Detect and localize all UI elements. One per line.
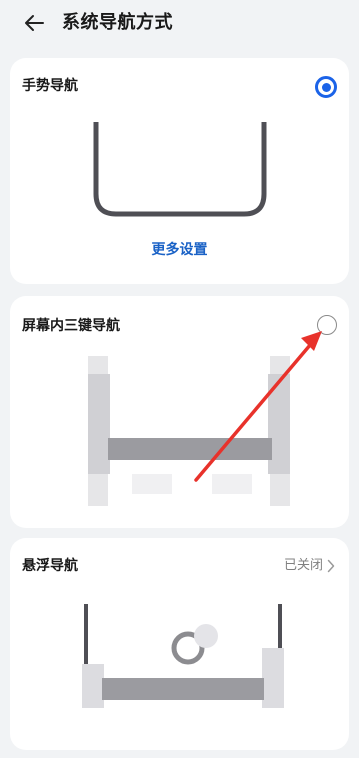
arrow-left-icon <box>25 15 44 31</box>
gesture-navigation-title: 手势导航 <box>22 78 78 94</box>
gesture-navigation-card[interactable]: 手势导航 更多设置 <box>10 58 349 284</box>
floating-navigation-card[interactable]: 悬浮导航 已关闭 <box>10 538 349 750</box>
three-key-phone-illustration <box>88 356 290 506</box>
chevron-right-icon <box>327 559 335 573</box>
three-key-navigation-card[interactable]: 屏幕内三键导航 <box>10 296 349 528</box>
three-key-navigation-title: 屏幕内三键导航 <box>22 318 120 334</box>
app-header: 系统导航方式 <box>0 0 359 48</box>
three-key-navigation-radio[interactable] <box>317 315 337 335</box>
floating-navigation-title: 悬浮导航 <box>22 558 78 574</box>
radio-selected-dot <box>321 82 331 92</box>
floating-status-text: 已关闭 <box>283 558 323 573</box>
more-settings-link[interactable]: 更多设置 <box>10 240 349 260</box>
floating-phone-illustration <box>82 604 284 708</box>
gesture-navigation-radio[interactable] <box>315 76 337 98</box>
back-button[interactable] <box>20 10 48 36</box>
gesture-phone-illustration <box>93 122 267 217</box>
floating-navigation-status[interactable]: 已关闭 <box>284 556 335 576</box>
page-title: 系统导航方式 <box>62 12 173 33</box>
